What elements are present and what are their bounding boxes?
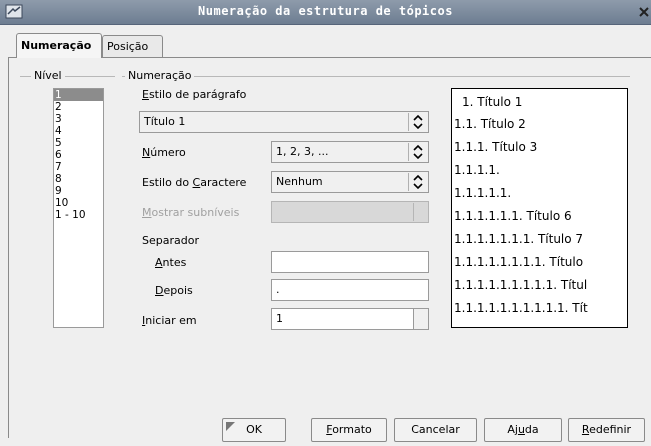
close-icon[interactable] — [639, 5, 649, 19]
mnemonic-char: A — [155, 256, 163, 269]
after-label-rest: epois — [163, 284, 193, 297]
paragraph-style-dropdown[interactable]: Título 1 — [139, 111, 429, 133]
before-input[interactable] — [271, 251, 429, 273]
help-label-a: Aj — [507, 423, 518, 436]
preview-line: 1.1.1.1.1.1.1.1.1. Títul — [454, 278, 588, 292]
mnemonic-char: E — [142, 88, 149, 101]
level-item[interactable]: 7 — [54, 161, 103, 173]
char-style-label-b: aractere — [200, 176, 247, 189]
level-item[interactable]: 3 — [54, 113, 103, 125]
preview-line: 1.1.1. Título 3 — [454, 140, 538, 154]
tab-label: Posição — [107, 40, 149, 53]
char-style-label-a: Estilo do — [142, 176, 193, 189]
preview-line: 1.1.1.1.1. — [454, 186, 512, 200]
level-item[interactable]: 10 — [54, 197, 103, 209]
help-label-b: da — [524, 423, 539, 436]
reset-label-rest: edefinir — [589, 423, 632, 436]
paragraph-style-value: Título 1 — [144, 115, 186, 128]
help-button[interactable]: Ajuda — [484, 418, 562, 442]
level-item[interactable]: 6 — [54, 149, 103, 161]
paragraph-style-label: Estilo de parágrafo — [142, 88, 246, 101]
mnemonic-char: M — [142, 206, 152, 219]
spinner-buttons[interactable] — [413, 203, 427, 221]
before-label-rest: ntes — [162, 256, 187, 269]
chevron-updown-icon — [408, 113, 423, 131]
show-sublevels-label: Mostrar subníveis — [142, 206, 239, 219]
chevron-updown-icon — [408, 173, 423, 191]
char-style-label: Estilo do Caractere — [142, 176, 246, 189]
format-label-rest: ormato — [332, 423, 372, 436]
ok-label: OK — [246, 423, 262, 436]
level-item[interactable]: 5 — [54, 137, 103, 149]
after-input[interactable]: . — [271, 279, 429, 301]
separator-label: Separador — [142, 234, 199, 247]
level-item[interactable]: 2 — [54, 101, 103, 113]
tab-posicao[interactable]: Posição — [102, 35, 163, 57]
paragraph-style-label-rest: stilo de parágrafo — [148, 88, 247, 101]
preview-line: 1.1.1.1.1.1.1.1.1.1. Tít — [454, 301, 588, 315]
level-item[interactable]: 9 — [54, 185, 103, 197]
after-label: Depois — [155, 284, 193, 297]
ok-button[interactable]: OK — [222, 418, 286, 442]
level-item[interactable]: 8 — [54, 173, 103, 185]
cancel-label: Cancelar — [411, 423, 460, 436]
mnemonic-char: N — [142, 146, 151, 159]
preview-line: 1.1.1.1. — [454, 163, 500, 177]
start-at-label: Iniciar em — [142, 314, 197, 327]
tab-numeracao[interactable]: Numeração — [16, 33, 102, 58]
start-at-value: 1 — [276, 312, 283, 325]
before-label: Antes — [155, 256, 186, 269]
number-label-rest: úmero — [150, 146, 186, 159]
start-at-label-rest: niciar em — [145, 314, 197, 327]
show-sublevels-label-rest: ostrar subníveis — [151, 206, 240, 219]
start-at-spinner[interactable]: 1 — [271, 308, 429, 330]
char-style-dropdown[interactable]: Nenhum — [271, 171, 429, 193]
numbering-group-line — [122, 76, 630, 77]
level-group-label: Nível — [31, 69, 65, 82]
tab-label: Numeração — [21, 39, 92, 52]
number-dropdown[interactable]: 1, 2, 3, ... — [271, 141, 429, 163]
number-value: 1, 2, 3, ... — [276, 145, 329, 158]
spinner-buttons[interactable] — [413, 309, 428, 329]
cancel-button[interactable]: Cancelar — [394, 418, 477, 442]
default-corner-icon — [226, 422, 235, 431]
window-title: Numeração da estrutura de tópicos — [198, 4, 453, 18]
preview-line: 1.1.1.1.1.1.1.1. Título — [454, 255, 584, 269]
numbering-group-label: Numeração — [125, 69, 195, 82]
char-style-value: Nenhum — [276, 175, 323, 188]
numbering-preview: 1. Título 1 1.1. Título 2 1.1.1. Título … — [451, 88, 628, 328]
preview-line: 1.1. Título 2 — [454, 117, 526, 131]
level-listbox[interactable]: 1 2 3 4 5 6 7 8 9 10 1 - 10 — [53, 88, 104, 328]
number-label: Número — [142, 146, 186, 159]
reset-button[interactable]: Redefinir — [568, 418, 645, 442]
preview-line: 1.1.1.1.1.1.1. Título 7 — [454, 232, 584, 246]
mnemonic-char: R — [581, 423, 590, 436]
format-button[interactable]: Formato — [311, 418, 387, 442]
preview-line: 1. Título 1 — [462, 95, 523, 109]
chevron-updown-icon — [408, 143, 423, 161]
show-sublevels-spinner[interactable] — [271, 201, 429, 223]
level-item[interactable]: 1 — [54, 89, 103, 101]
level-item[interactable]: 1 - 10 — [54, 209, 103, 221]
title-bar[interactable]: Numeração da estrutura de tópicos — [0, 0, 651, 25]
level-item[interactable]: 4 — [54, 125, 103, 137]
mnemonic-char: u — [517, 423, 525, 436]
preview-line: 1.1.1.1.1.1. Título 6 — [454, 209, 572, 223]
